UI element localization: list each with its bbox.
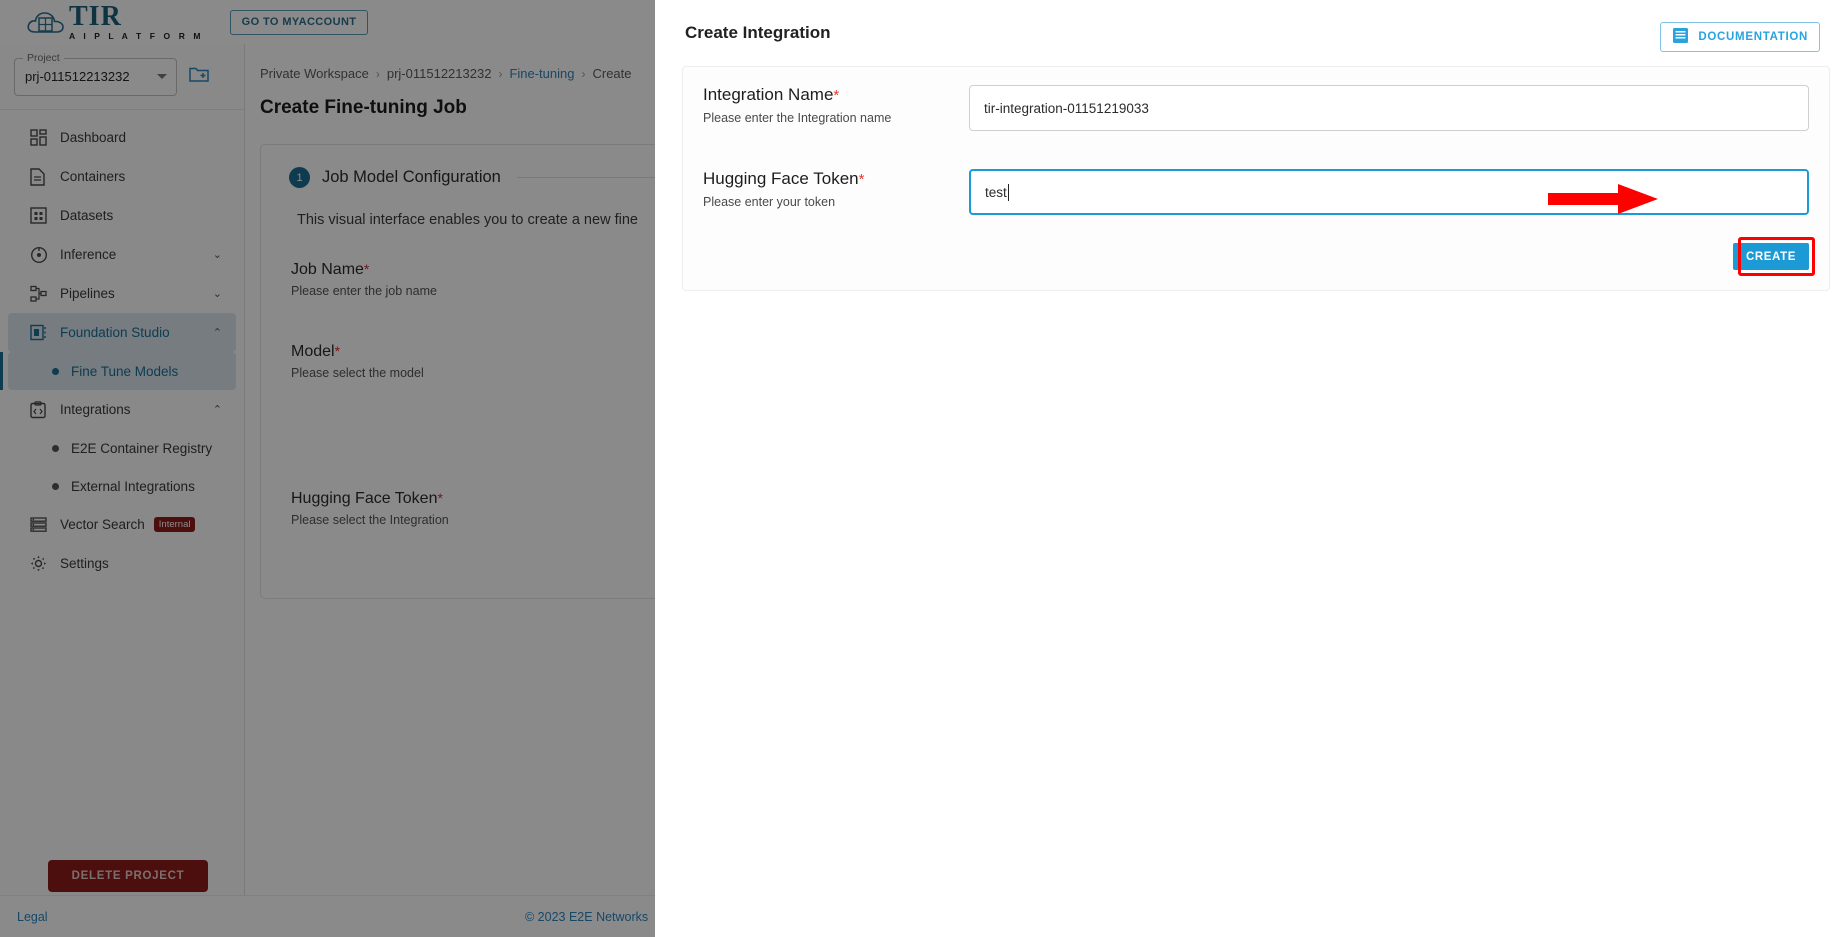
text-cursor xyxy=(1007,183,1009,201)
hugging-face-token-value: test xyxy=(985,184,1007,200)
integration-form-panel: Integration Name* Please enter the Integ… xyxy=(682,66,1830,291)
field-label: Integration Name* xyxy=(703,85,840,104)
documentation-label: DOCUMENTATION xyxy=(1698,31,1808,43)
modal-overlay[interactable] xyxy=(0,0,655,937)
integration-name-label-block: Integration Name* Please enter the Integ… xyxy=(703,85,953,131)
red-arrow-right xyxy=(1548,184,1658,214)
hugging-face-token-label-block: Hugging Face Token* Please enter your to… xyxy=(703,169,953,215)
integration-name-input[interactable]: tir-integration-01151219033 xyxy=(969,85,1809,131)
drawer-title: Create Integration xyxy=(685,23,831,42)
book-icon xyxy=(1672,27,1689,47)
field-hint: Please enter your token xyxy=(703,195,836,209)
row-integration-name: Integration Name* Please enter the Integ… xyxy=(703,85,1809,131)
documentation-button[interactable]: DOCUMENTATION xyxy=(1660,22,1820,52)
hugging-face-token-input[interactable]: test xyxy=(969,169,1809,215)
create-button[interactable]: CREATE xyxy=(1732,243,1809,270)
integration-name-value: tir-integration-01151219033 xyxy=(984,100,1149,116)
app-root: TIR A I P L A T F O R M GO TO MYACCOUNT … xyxy=(0,0,1847,937)
create-integration-drawer: Create Integration DOCUMENTATION Integra… xyxy=(655,0,1847,937)
field-label: Hugging Face Token* xyxy=(703,169,865,188)
field-hint: Please enter the Integration name xyxy=(703,111,892,125)
